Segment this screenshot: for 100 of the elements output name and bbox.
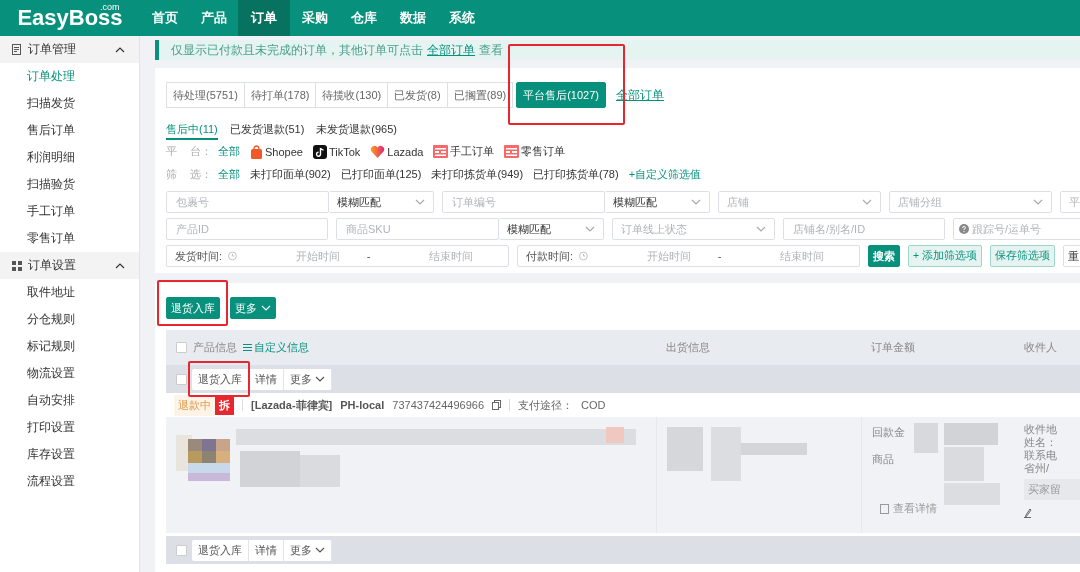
search-field[interactable]: 订单编号 [442,191,605,213]
filter-option[interactable]: 已打印拣货单(78) [533,167,619,182]
select-all-checkbox[interactable] [176,342,187,353]
sidebar-item[interactable]: 售后订单 [0,117,139,144]
column-header: 出货信息 [666,341,710,353]
row-action-button[interactable]: 详情 [249,368,284,390]
sidebar-item[interactable]: 扫描验货 [0,171,139,198]
nav-item[interactable]: 数据 [388,0,437,36]
sidebar-item[interactable]: 库存设置 [0,441,139,468]
payment-label: 支付途径： [518,397,574,413]
pencil-icon[interactable] [1024,508,1032,518]
sidebar-item[interactable]: 手工订单 [0,198,139,225]
search-button[interactable]: 搜索 [868,245,900,267]
column-header: 收件人 [1024,341,1057,353]
status-tab[interactable]: 待打单(178) [243,82,317,108]
sidebar-item[interactable]: 流程设置 [0,468,139,495]
row-action-button[interactable]: 更多 [284,539,332,561]
filter-option[interactable]: TikTok [312,144,361,159]
filter-option[interactable]: 全部 [218,144,240,159]
nav-item[interactable]: 系统 [437,0,486,36]
chevron-icon [315,547,325,553]
sub-tab[interactable]: 已发货退款(51) [229,122,305,140]
row-action-button[interactable]: 退货入库 [192,368,249,390]
status-tab[interactable]: 待处理(5751) [166,82,245,108]
sidebar-item[interactable]: 物流设置 [0,360,139,387]
row-action-button[interactable]: 更多 [284,368,332,390]
search-field[interactable]: 店铺名/别名/ID [783,218,945,240]
nav-item[interactable]: 订单 [238,0,290,36]
row-checkbox[interactable] [176,544,187,556]
field-label: 发货时间: [175,248,223,264]
return-to-stock-button[interactable]: 退货入库 [166,297,220,319]
filter-option[interactable]: 零售订单 [504,144,566,159]
sidebar-item[interactable]: 订单处理 [0,63,139,90]
search-field[interactable]: 跟踪号/运单号 [953,218,1080,240]
chevron-icon [862,199,872,205]
filter-button[interactable]: 重 [1063,245,1080,267]
row-action-button[interactable]: 详情 [249,539,284,561]
column-header: 产品信息 [193,340,237,355]
chevron-icon [115,262,125,269]
end-placeholder: 结束时间 [779,248,826,264]
chevron-icon [315,376,325,382]
sub-tab[interactable]: 未发货退款(965) [316,122,397,140]
warehouse-name: PH-local [340,399,385,411]
match-mode-select[interactable]: 模糊匹配 [329,191,434,213]
search-field[interactable]: 产品ID [166,218,328,240]
row-checkbox[interactable] [176,373,187,385]
row-action-button[interactable]: 退货入库 [192,539,249,561]
sidebar-item[interactable]: 利润明细 [0,144,139,171]
clock-icon [228,251,237,261]
filter-button[interactable]: 保存筛选项 [990,245,1056,267]
chevron-icon [415,199,425,205]
date-range-field[interactable]: 发货时间: 开始时间 - 结束时间 [166,245,509,267]
sidebar-item[interactable]: 标记规则 [0,333,139,360]
start-placeholder: 开始时间 [645,248,692,264]
sidebar-group[interactable]: 订单管理 [0,36,139,63]
search-field[interactable]: 包裹号 [166,191,329,213]
custom-filter-link[interactable]: +自定义筛选值 [628,167,702,182]
filter-button[interactable]: + 添加筛选项 [908,245,983,267]
notice-text: 查看 [479,42,503,58]
sidebar-item[interactable]: 打印设置 [0,414,139,441]
filter-option[interactable]: Lazada [370,144,424,159]
sidebar-item[interactable]: 扫描发货 [0,90,139,117]
store-name: [Lazada-菲律宾] [251,397,333,413]
status-tab[interactable]: 平台售后(1027) [516,82,606,108]
copy-icon[interactable] [492,400,502,410]
sidebar-item[interactable]: 分仓规则 [0,306,139,333]
all-orders-link[interactable]: 全部订单 [427,42,475,58]
order-form-icon [504,145,520,158]
sidebar-item[interactable]: 自动安排 [0,387,139,414]
date-range-field[interactable]: 付款时间: 开始时间 - 结束时间 [517,245,860,267]
match-mode-select[interactable]: 模糊匹配 [499,218,604,240]
nav-item[interactable]: 采购 [290,0,339,36]
sidebar-group[interactable]: 订单设置 [0,252,139,279]
filter-option[interactable]: 未打印面单(902) [250,167,331,182]
filter-option[interactable]: Shopee [250,144,303,159]
document-icon [880,503,889,514]
search-field[interactable]: 商品SKU [336,218,499,240]
match-mode-select[interactable]: 模糊匹配 [605,191,710,213]
filter-option[interactable]: 未打印拣货单(949) [431,167,524,182]
status-tab[interactable]: 已发货(8) [387,82,448,108]
nav-item[interactable]: 产品 [189,0,238,36]
sub-tab[interactable]: 售后中(11) [166,122,218,140]
nav-item[interactable]: 仓库 [339,0,388,36]
nav-item[interactable]: 首页 [140,0,189,36]
start-placeholder: 开始时间 [294,248,341,264]
more-button[interactable]: 更多 [230,297,276,319]
heart-icon [370,144,386,159]
grid-icon [12,260,22,271]
status-tab[interactable]: 已搁置(89) [446,82,514,108]
filter-option[interactable]: 已打印面单(125) [340,167,422,182]
menu-icon [243,344,252,351]
range-separator: - [717,250,722,262]
sidebar-item[interactable]: 零售订单 [0,225,139,252]
filter-option[interactable]: 手工订单 [433,144,495,159]
status-tab[interactable]: 待揽收(130) [315,82,389,108]
recipient-line: 姓名： [1024,436,1058,449]
sidebar-item[interactable]: 取件地址 [0,279,139,306]
filter-label: 台： [190,144,212,159]
amount-label: 回款金 [872,425,906,440]
filter-option[interactable]: 全部 [218,167,240,182]
